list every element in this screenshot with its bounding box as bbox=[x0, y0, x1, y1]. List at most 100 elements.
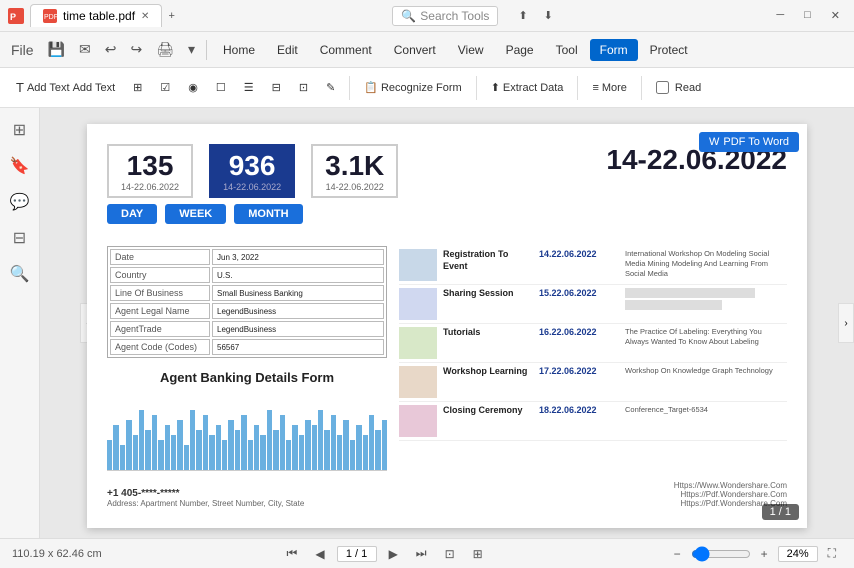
pdf-icon: PDF bbox=[43, 9, 57, 23]
chart-bar bbox=[190, 410, 195, 470]
recognize-form-btn[interactable]: 📋 Recognize Form bbox=[356, 77, 469, 98]
zoom-in-btn[interactable]: + bbox=[755, 545, 774, 563]
menu-page[interactable]: Page bbox=[496, 39, 544, 61]
extract-icon: ⬆ bbox=[491, 81, 500, 94]
chart-bar bbox=[133, 435, 138, 470]
window-nav-icons: ⬆ ⬇ bbox=[512, 7, 558, 24]
file-menu-btn[interactable]: File bbox=[6, 39, 39, 61]
svg-text:PDF: PDF bbox=[44, 14, 57, 21]
new-tab-btn[interactable]: + bbox=[162, 8, 180, 24]
event-date-tutorials: 16.22.06.2022 bbox=[539, 327, 619, 359]
form-title: Agent Banking Details Form bbox=[107, 370, 387, 385]
event-row-closing: Closing Ceremony 18.22.06.2022 Conferenc… bbox=[399, 402, 787, 441]
field-btn[interactable]: ⊟ bbox=[264, 77, 289, 98]
checkbox-btn[interactable]: ☑ bbox=[152, 77, 178, 98]
event-name-sharing: Sharing Session bbox=[443, 288, 533, 320]
extract-data-btn[interactable]: ⬆ Extract Data bbox=[483, 77, 572, 98]
chart-bar bbox=[324, 430, 329, 470]
chart-bar bbox=[203, 415, 208, 470]
left-sidebar: ⊞ 🔖 💬 ⊟ 🔍 bbox=[0, 108, 40, 538]
window-nav-btn1[interactable]: ⬆ bbox=[512, 7, 533, 24]
email-icon[interactable]: ✉ bbox=[74, 38, 96, 61]
form-toolbar: T Add Text Add Text ⊞ ☑ ◉ ☐ ☰ ⊟ ⊡ ✎ 📋 Re… bbox=[0, 68, 854, 108]
more-btn[interactable]: ≡ More bbox=[584, 78, 634, 98]
stat-week: 936 14-22.06.2022 bbox=[209, 144, 295, 198]
menu-comment[interactable]: Comment bbox=[310, 39, 382, 61]
menu-tool[interactable]: Tool bbox=[546, 39, 588, 61]
chart-bar bbox=[139, 410, 144, 470]
sharing-desc-placeholder2 bbox=[625, 300, 722, 310]
add-text-btn-text: Add Text bbox=[73, 82, 116, 94]
menu-protect[interactable]: Protect bbox=[640, 39, 698, 61]
zoom-slider[interactable] bbox=[691, 546, 751, 562]
check-btn[interactable]: ☐ bbox=[208, 77, 234, 98]
fit-width-btn[interactable]: ⊞ bbox=[467, 545, 489, 563]
checkbox-icon: ☑ bbox=[160, 81, 170, 94]
footer-phone: +1 405-****-***** bbox=[107, 488, 304, 499]
sign-btn[interactable]: ✎ bbox=[318, 77, 343, 98]
chart-bar bbox=[375, 430, 380, 470]
minimize-btn[interactable]: ─ bbox=[770, 7, 790, 24]
month-btn[interactable]: MONTH bbox=[234, 204, 302, 224]
event-name-tutorials: Tutorials bbox=[443, 327, 533, 359]
read-checkbox[interactable] bbox=[656, 81, 669, 94]
maximize-btn[interactable]: □ bbox=[798, 7, 817, 24]
menu-home[interactable]: Home bbox=[213, 39, 265, 61]
fullscreen-btn[interactable]: ⛶ bbox=[822, 544, 842, 563]
chart-bar bbox=[254, 425, 259, 470]
file-tab[interactable]: PDF time table.pdf ✕ bbox=[30, 4, 162, 27]
bar-chart bbox=[107, 391, 387, 471]
save-icon[interactable]: 💾 bbox=[43, 38, 70, 61]
zoom-input[interactable] bbox=[778, 546, 818, 562]
chart-bar bbox=[312, 425, 317, 470]
dropdown-icon[interactable]: ▾ bbox=[183, 38, 200, 61]
pdf-to-word-btn[interactable]: W PDF To Word bbox=[699, 132, 799, 152]
sidebar-search-icon[interactable]: 🔍 bbox=[6, 260, 34, 288]
page-input[interactable] bbox=[337, 546, 377, 562]
print-icon[interactable]: 🖨 bbox=[151, 38, 179, 61]
window-nav-btn2[interactable]: ⬇ bbox=[538, 7, 559, 24]
menu-edit[interactable]: Edit bbox=[267, 39, 308, 61]
chart-bar bbox=[209, 435, 214, 470]
menu-form[interactable]: Form bbox=[590, 39, 638, 61]
tab-close-btn[interactable]: ✕ bbox=[141, 11, 149, 22]
sidebar-layers-icon[interactable]: ⊟ bbox=[9, 224, 30, 252]
radio-btn[interactable]: ◉ bbox=[180, 77, 206, 98]
next-page-nav-btn[interactable]: ▶ bbox=[383, 545, 404, 563]
chart-bar bbox=[280, 415, 285, 470]
sidebar-pages-icon[interactable]: ⊞ bbox=[9, 116, 30, 144]
sidebar-comment-icon[interactable]: 💬 bbox=[6, 188, 34, 216]
form-label-date: Date bbox=[110, 249, 210, 265]
day-btn[interactable]: DAY bbox=[107, 204, 157, 224]
chart-bar bbox=[145, 430, 150, 470]
chart-bar bbox=[292, 425, 297, 470]
undo-icon[interactable]: ↩ bbox=[100, 38, 122, 61]
week-btn[interactable]: WEEK bbox=[165, 204, 226, 224]
menu-view[interactable]: View bbox=[448, 39, 494, 61]
menu-convert[interactable]: Convert bbox=[384, 39, 446, 61]
select-tool-btn[interactable]: ⊞ bbox=[125, 77, 150, 98]
last-page-btn[interactable]: ⏭ bbox=[410, 544, 433, 563]
search-tools-box[interactable]: 🔍 Search Tools bbox=[392, 6, 498, 26]
list-btn[interactable]: ☰ bbox=[236, 77, 262, 98]
form-table: Date Jun 3, 2022 Country U.S. Line Of Bu… bbox=[107, 246, 387, 358]
read-toggle-btn[interactable]: Read bbox=[648, 77, 709, 98]
next-page-btn[interactable]: › bbox=[838, 303, 854, 343]
first-page-btn[interactable]: ⏮ bbox=[281, 544, 304, 563]
chart-bar bbox=[113, 425, 118, 470]
file-toolbar-icons: File 💾 ✉ ↩ ↪ 🖨 ▾ bbox=[6, 38, 200, 61]
zoom-out-btn[interactable]: − bbox=[668, 545, 687, 563]
chart-bar bbox=[267, 410, 272, 470]
sidebar-bookmark-icon[interactable]: 🔖 bbox=[6, 152, 34, 180]
redo-icon[interactable]: ↪ bbox=[125, 38, 147, 61]
chart-bar bbox=[331, 415, 336, 470]
image-btn[interactable]: ⊡ bbox=[291, 77, 316, 98]
prev-page-nav-btn[interactable]: ◀ bbox=[309, 545, 330, 563]
event-desc-workshop: Workshop On Knowledge Graph Technology bbox=[625, 366, 787, 398]
add-text-btn[interactable]: T Add Text Add Text bbox=[8, 76, 123, 99]
event-name-workshop: Workshop Learning bbox=[443, 366, 533, 398]
window-controls: ─ □ ✕ bbox=[770, 7, 846, 24]
fit-page-btn[interactable]: ⊡ bbox=[439, 545, 461, 563]
close-btn[interactable]: ✕ bbox=[825, 7, 846, 24]
event-img-workshop bbox=[399, 366, 437, 398]
